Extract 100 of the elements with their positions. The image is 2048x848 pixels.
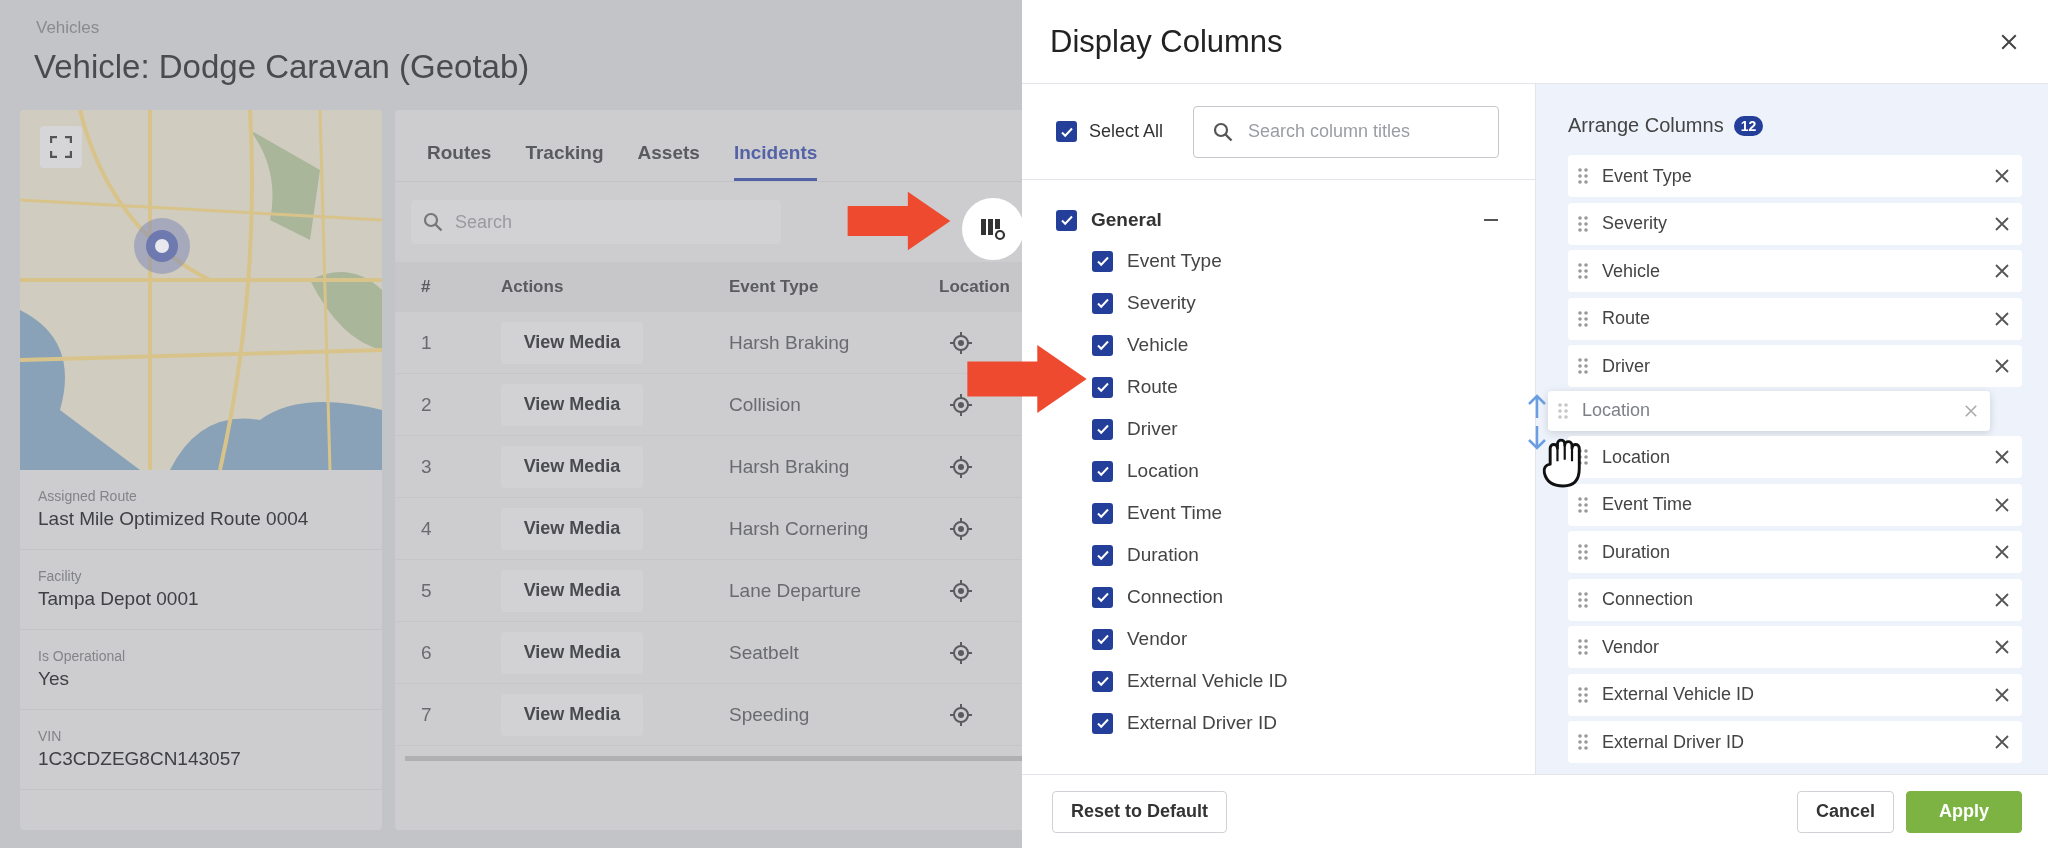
collapse-button[interactable] [1481, 217, 1501, 223]
table-cell-text: Harsh Cornering [729, 517, 870, 540]
column-item[interactable]: Vehicle [1568, 250, 2022, 292]
column-item[interactable]: Location [1568, 436, 2022, 478]
table-cell-text: 5 [421, 579, 433, 602]
column-item[interactable]: Route [1568, 297, 2022, 340]
checkbox[interactable] [1092, 544, 1113, 566]
tab[interactable]: Assets [637, 142, 700, 181]
close-icon [1964, 403, 1978, 418]
tab[interactable]: Incidents [733, 142, 818, 181]
drag-handle-icon[interactable] [1578, 543, 1588, 561]
locate-icon[interactable] [949, 454, 973, 479]
dialog-title: Display Columns [1050, 23, 1283, 60]
drag-handle-icon[interactable] [1578, 214, 1588, 233]
column-item[interactable]: Event Time [1568, 483, 2022, 526]
locate-icon[interactable] [949, 578, 973, 603]
checkbox[interactable] [1092, 670, 1113, 692]
drag-handle-icon[interactable] [1578, 357, 1588, 375]
checkbox[interactable] [1056, 209, 1077, 231]
table-cell-text: Collision [729, 393, 802, 416]
locate-icon[interactable] [949, 516, 973, 541]
checkbox-label: Duration [1127, 544, 1199, 566]
checkbox[interactable] [1092, 292, 1113, 314]
table-cell-text: 6 [421, 641, 433, 664]
detail-label: Facility [38, 568, 83, 584]
table-cell-text: 3 [421, 455, 433, 478]
dragged-column-item[interactable]: Location [1548, 390, 1990, 431]
locate-icon[interactable] [949, 330, 973, 355]
tab[interactable]: Tracking [525, 142, 604, 181]
drag-handle-icon[interactable] [1578, 638, 1588, 656]
column-item[interactable]: Severity [1568, 202, 2022, 245]
fullscreen-icon [50, 136, 72, 158]
detail-value: Last Mile Optimized Route 0004 [38, 508, 310, 530]
drag-handle-icon[interactable] [1578, 309, 1588, 328]
checkbox[interactable] [1092, 250, 1113, 272]
checkbox-label: Vendor [1127, 628, 1188, 650]
checkbox[interactable] [1092, 334, 1113, 356]
close-icon [1994, 591, 2010, 608]
drag-handle-icon[interactable] [1578, 167, 1588, 185]
column-item[interactable]: External Driver ID [1568, 721, 2022, 763]
checkbox-label: Location [1127, 460, 1199, 482]
search-field[interactable]: Search column titles [1193, 105, 1500, 158]
drag-handle-icon[interactable] [1578, 262, 1588, 280]
check-icon [1095, 422, 1110, 436]
view-media-button[interactable]: View Media [501, 507, 643, 550]
close-icon [1994, 310, 2010, 327]
checkbox[interactable] [1092, 502, 1113, 524]
detail-label: Assigned Route [38, 488, 138, 504]
checkbox[interactable] [1092, 460, 1113, 482]
close-icon [1994, 358, 2010, 374]
checkbox[interactable] [1092, 376, 1113, 398]
table-cell-text: 7 [421, 703, 433, 726]
table-cell-text: 4 [421, 517, 433, 540]
view-media-button[interactable]: View Media [501, 693, 643, 736]
locate-icon[interactable] [949, 640, 973, 665]
checkbox-label: Vehicle [1127, 334, 1189, 356]
column-item[interactable]: External Vehicle ID [1568, 673, 2022, 716]
close-icon [2000, 32, 2018, 51]
checkbox-label: External Vehicle ID [1127, 670, 1288, 692]
column-item[interactable]: Event Type [1568, 155, 2022, 197]
column-item[interactable]: Duration [1568, 531, 2022, 573]
checkbox-label: External Driver ID [1127, 712, 1277, 734]
group-label: General [1091, 209, 1163, 231]
drag-handle-icon[interactable] [1578, 685, 1588, 704]
locate-icon[interactable] [949, 702, 973, 727]
checkbox[interactable] [1092, 712, 1113, 734]
check-icon [1095, 296, 1110, 310]
locate-icon[interactable] [949, 392, 973, 417]
checkbox[interactable] [1092, 586, 1113, 608]
table-cell-text: Lane Departure [729, 579, 863, 602]
view-media-button[interactable]: View Media [501, 631, 643, 674]
table-cell-text: 1 [421, 331, 433, 354]
column-item[interactable]: Driver [1568, 345, 2022, 387]
reset-button[interactable]: Reset to Default [1052, 790, 1228, 833]
checkbox[interactable] [1092, 418, 1113, 440]
close-icon [1994, 168, 2010, 184]
checkbox-label: Severity [1127, 292, 1196, 314]
search-icon [1213, 121, 1234, 142]
table-cell-text: Harsh Braking [729, 455, 851, 478]
fullscreen-button[interactable] [40, 126, 82, 168]
drag-handle-icon[interactable] [1558, 401, 1568, 420]
tab[interactable]: Routes [427, 142, 492, 181]
view-media-button[interactable]: View Media [501, 383, 643, 426]
check-icon [1095, 590, 1110, 604]
check-icon [1095, 254, 1110, 268]
close-icon [1994, 686, 2010, 703]
column-item[interactable]: Vendor [1568, 626, 2022, 668]
checkbox-label: Event Time [1127, 502, 1223, 524]
drag-handle-icon[interactable] [1578, 733, 1588, 751]
drag-handle-icon[interactable] [1578, 495, 1588, 514]
checkbox[interactable] [1056, 121, 1077, 142]
view-media-button[interactable]: View Media [501, 321, 643, 364]
checkbox-label: Connection [1127, 586, 1224, 608]
detail-value: Tampa Depot 0001 [38, 588, 200, 610]
drag-handle-icon[interactable] [1578, 590, 1588, 609]
view-media-button[interactable]: View Media [501, 569, 643, 612]
column-item[interactable]: Connection [1568, 578, 2022, 621]
checkbox[interactable] [1092, 628, 1113, 650]
view-media-button[interactable]: View Media [501, 445, 643, 488]
cancel-button[interactable]: Cancel [1796, 790, 1894, 833]
